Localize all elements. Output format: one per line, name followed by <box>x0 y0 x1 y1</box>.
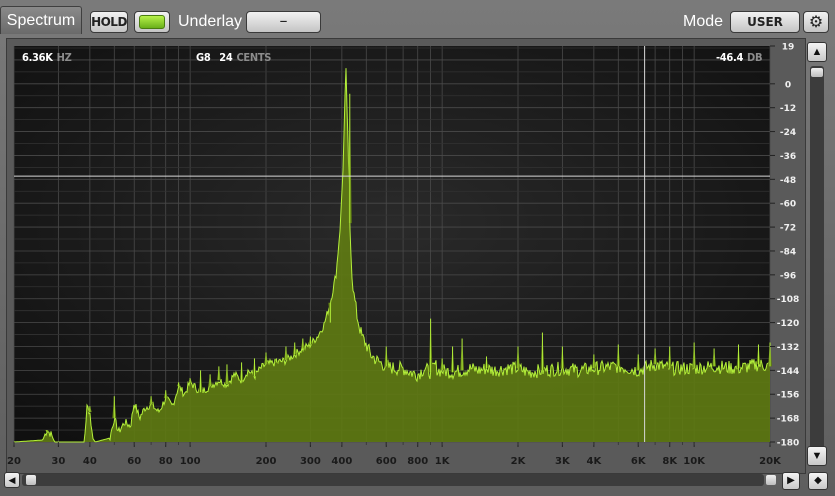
y-tick-label: -24 <box>780 128 796 138</box>
x-tick-label: 400 <box>331 456 352 467</box>
x-tick-label: 4K <box>587 456 603 467</box>
y-tick-label: -180 <box>777 439 800 449</box>
x-tick-label: 20K <box>759 456 782 467</box>
scroll-down-button[interactable]: ▼ <box>807 446 827 466</box>
x-tick-label: 3K <box>555 456 571 467</box>
y-tick-label: -168 <box>777 415 800 425</box>
triangle-up-icon: ▲ <box>811 46 823 58</box>
scroll-left-button[interactable]: ◀ <box>4 472 20 488</box>
y-tick-label: -12 <box>780 104 796 114</box>
triangle-right-icon: ▶ <box>787 475 795 486</box>
y-tick-label: -36 <box>780 152 796 162</box>
x-tick-label: 20 <box>7 456 21 467</box>
y-tick-label: -156 <box>777 391 800 401</box>
frequency-unit: HZ <box>56 51 72 64</box>
y-tick-label: -96 <box>780 271 796 281</box>
y-tick-label: -120 <box>777 319 800 329</box>
y-tick-label: -108 <box>777 295 800 305</box>
x-tick-label: 200 <box>256 456 277 467</box>
scroll-up-button[interactable]: ▲ <box>807 42 827 62</box>
y-tick-label: -132 <box>777 343 800 353</box>
x-tick-label: 800 <box>407 456 428 467</box>
frequency-value: 6.36K <box>22 51 53 64</box>
x-tick-label: 1K <box>435 456 451 467</box>
x-tick-label: 8K <box>662 456 678 467</box>
cents-unit: CENTS <box>236 51 272 64</box>
note-readout: G8 24 CENTS <box>196 51 271 64</box>
x-tick-label: 6K <box>631 456 647 467</box>
y-tick-label: -144 <box>777 367 800 377</box>
vertical-scroll-thumb-top[interactable] <box>811 68 823 77</box>
x-tick-label: 60 <box>127 456 141 467</box>
y-tick-label: -84 <box>780 247 796 257</box>
zoom-button[interactable]: ◆ <box>808 472 828 490</box>
spectrum-plot[interactable]: 20 30 40 60 80 100 200 300 400 600 800 1K 2K 3K 4K 6K 8K… <box>0 0 835 496</box>
diamond-icon: ◆ <box>814 475 822 486</box>
level-unit: DB <box>747 51 763 64</box>
x-tick-label: 2K <box>511 456 527 467</box>
triangle-left-icon: ◀ <box>8 475 16 485</box>
level-value: -46.4 <box>716 51 744 64</box>
x-tick-label: 40 <box>83 456 97 467</box>
x-tick-label: 100 <box>180 456 201 467</box>
vertical-scroll-track[interactable] <box>810 66 824 466</box>
y-tick-label: 19 <box>782 43 795 53</box>
frequency-readout: 6.36K HZ <box>22 51 72 64</box>
x-tick-label: 80 <box>159 456 173 467</box>
x-tick-label: 10K <box>683 456 706 467</box>
y-tick-label: -72 <box>780 224 796 234</box>
y-tick-label: 0 <box>785 80 791 90</box>
scroll-right-button[interactable]: ▶ <box>782 472 800 490</box>
horizontal-scroll-track[interactable] <box>22 474 776 486</box>
x-tick-label: 30 <box>51 456 65 467</box>
horizontal-scroll-thumb-left[interactable] <box>26 475 36 485</box>
level-readout: -46.4 DB <box>716 51 763 64</box>
y-tick-label: -60 <box>780 200 796 210</box>
cents-value: 24 <box>219 51 233 64</box>
x-tick-label: 600 <box>376 456 397 467</box>
vertical-scrollbar[interactable]: ▲ ▼ <box>807 42 829 468</box>
triangle-down-icon: ▼ <box>811 450 823 462</box>
note-value: G8 <box>196 51 211 64</box>
horizontal-scroll-thumb-right[interactable] <box>766 475 776 485</box>
y-tick-label: -48 <box>780 176 796 186</box>
x-tick-label: 300 <box>300 456 321 467</box>
